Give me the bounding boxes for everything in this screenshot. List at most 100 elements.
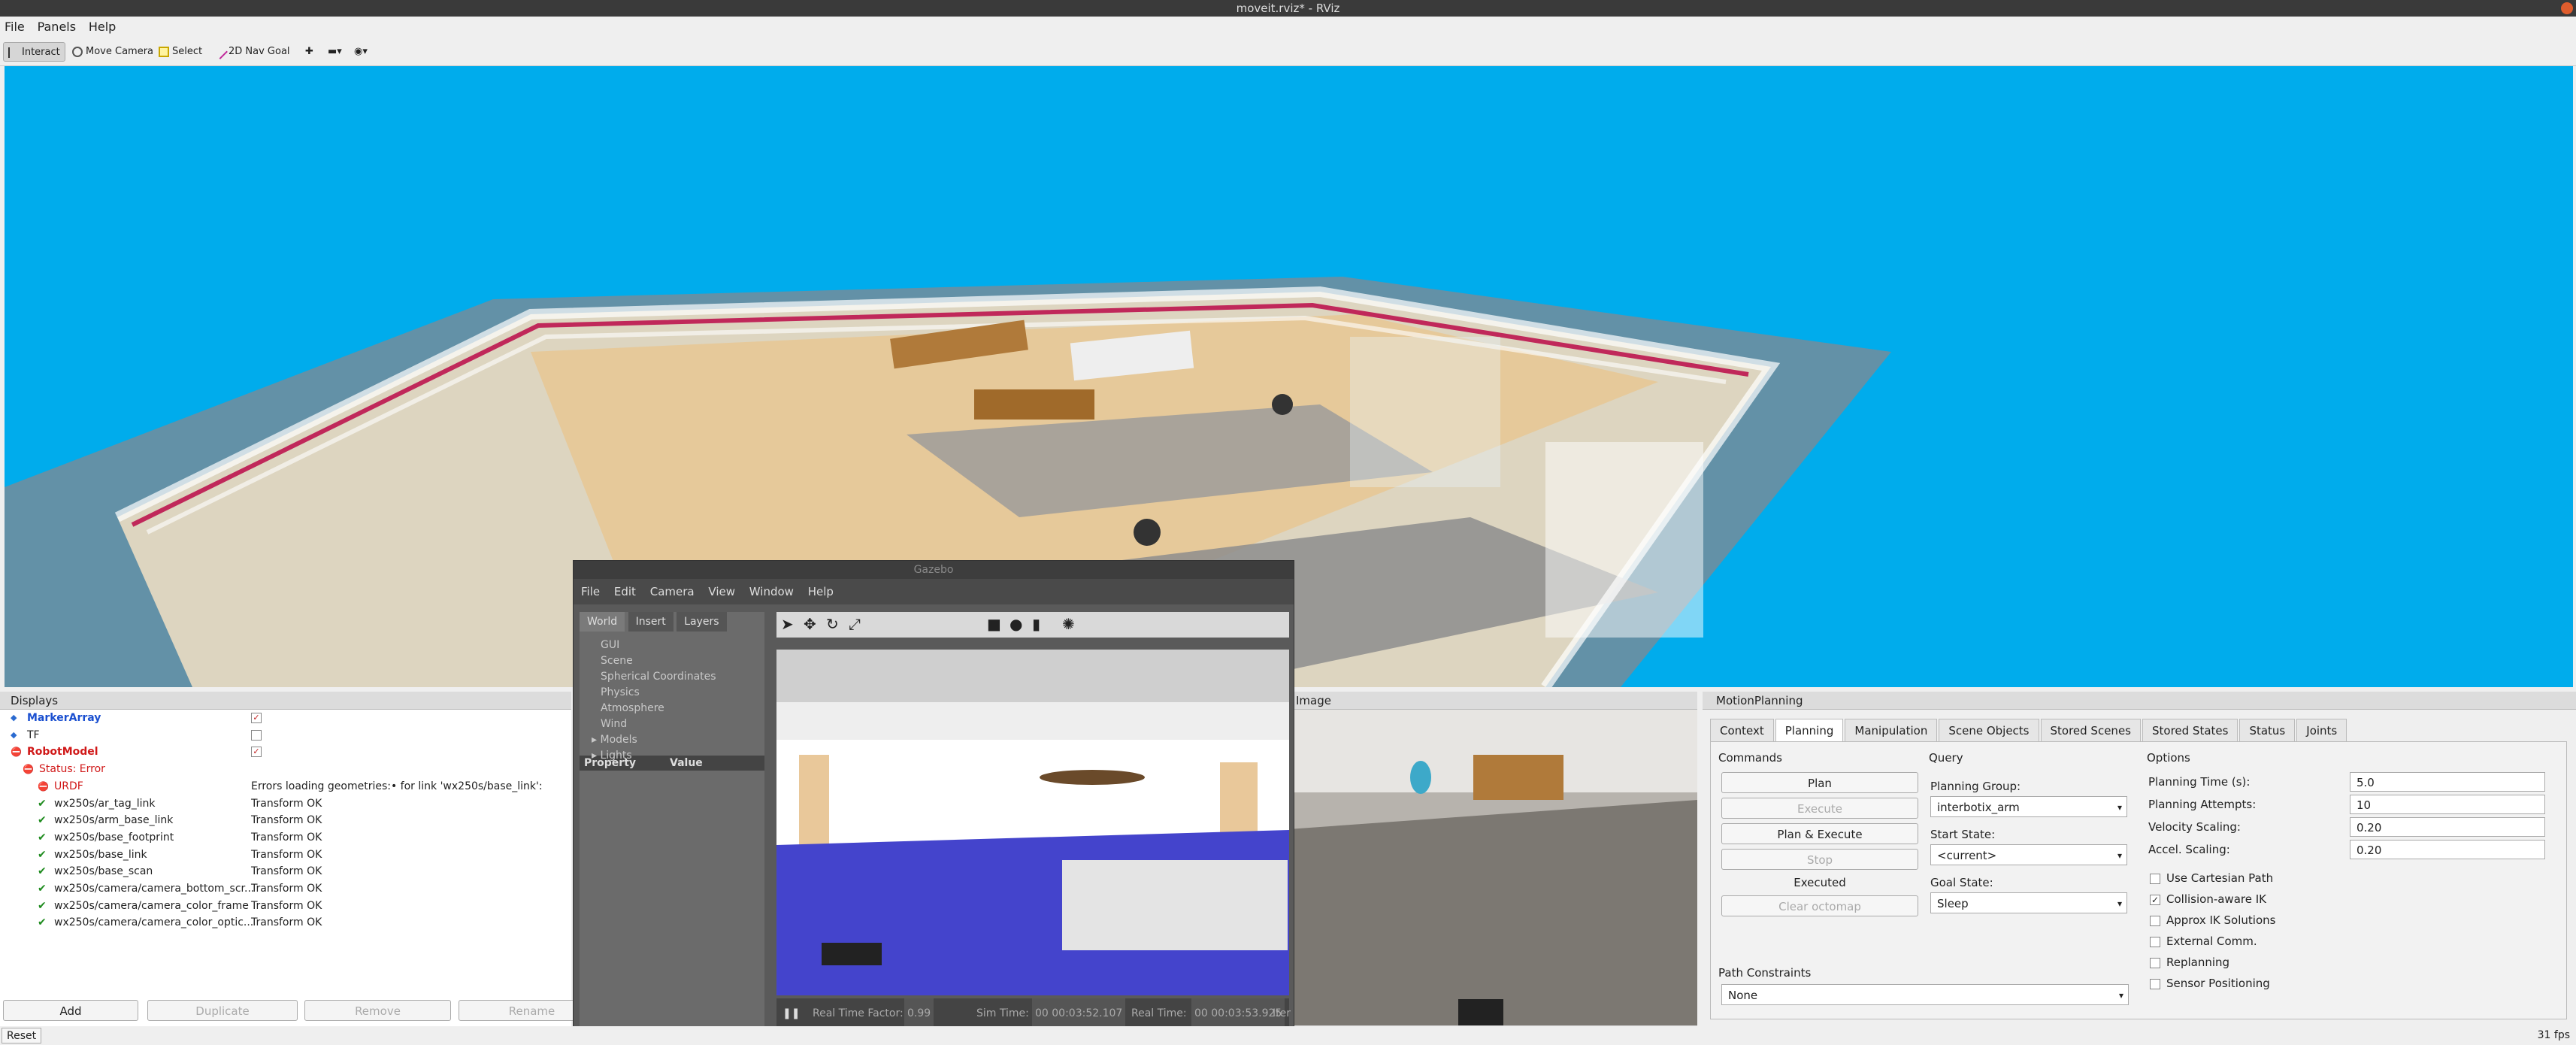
world-tree-item[interactable]: GUI [601,638,764,653]
gazebo-tab-layers[interactable]: Layers [677,612,727,632]
menu-file[interactable]: File [0,17,29,38]
menu-help[interactable]: Help [84,17,120,38]
gazebo-menu-file[interactable]: File [581,585,600,598]
nav-goal-tool-button[interactable]: 2D Nav Goal [210,42,295,62]
tab-stored-scenes[interactable]: Stored Scenes [2040,719,2141,741]
unchecked-box-icon[interactable] [2150,873,2160,884]
camera-image [1278,710,1697,1025]
display-row-value[interactable]: ✓ [251,747,262,758]
rotate-icon[interactable]: ↻ [826,615,839,633]
start-state-select[interactable]: <current> [1930,844,2127,866]
checked-box-icon[interactable]: ✓ [2150,894,2160,905]
goal-state-select[interactable]: Sleep [1930,892,2127,914]
world-tree-item[interactable]: Wind [601,716,764,732]
planning-group-select[interactable]: interbotix_arm [1930,796,2127,818]
display-row[interactable]: ✔ wx250s/base_link Transform OK [0,847,571,863]
world-tree-label: Scene [601,655,633,667]
reset-button[interactable]: Reset [2,1028,42,1043]
menu-panels[interactable]: Panels [33,17,81,38]
display-row[interactable]: ✔ wx250s/ar_tag_link Transform OK [0,795,571,812]
add-display-button[interactable]: Add [3,1000,138,1021]
unchecked-box-icon[interactable] [2150,936,2160,947]
scale-icon[interactable]: ⤢ [849,615,861,633]
option-checkbox[interactable]: Approx IK Solutions [2150,912,2275,928]
gazebo-tab-world[interactable]: World [580,612,625,632]
tab-context[interactable]: Context [1710,719,1774,741]
gazebo-menu-window[interactable]: Window [749,585,794,598]
tab-manipulation[interactable]: Manipulation [1845,719,1938,741]
gazebo-menu-camera[interactable]: Camera [650,585,695,598]
display-row[interactable]: ✔ wx250s/camera/camera_color_frame Transfo… [0,898,571,914]
select-mode-icon[interactable]: ➤ [781,615,794,633]
unchecked-box-icon[interactable] [2150,915,2160,926]
image-panel: Image [1278,692,1697,1026]
planning-attempts-input[interactable]: 10 [2350,795,2545,814]
option-checkbox[interactable]: ✓ Collision-aware IK [2150,891,2266,907]
close-icon[interactable] [2561,2,2573,14]
accel-scaling-input[interactable]: 0.20 [2350,840,2545,859]
option-checkbox[interactable]: Replanning [2150,954,2229,971]
stop-button[interactable]: Stop [1721,849,1918,870]
tab-planning[interactable]: Planning [1775,719,1844,741]
display-row[interactable]: ⛔ RobotModel ✓ [0,744,571,760]
clear-octomap-button[interactable]: Clear octomap [1721,895,1918,916]
display-row[interactable]: ✔ wx250s/camera/camera_color_optic... Tran… [0,914,571,931]
world-tree-label: Atmosphere [601,702,664,714]
plan-button[interactable]: Plan [1721,772,1918,793]
option-checkbox[interactable]: External Comm. [2150,933,2257,950]
select-tool-button[interactable]: Select [154,42,207,62]
option-checkbox[interactable]: Use Cartesian Path [2150,870,2273,886]
plan-execute-button[interactable]: Plan & Execute [1721,823,1918,844]
tab-stored-states[interactable]: Stored States [2142,719,2238,741]
gazebo-menu-edit[interactable]: Edit [614,585,636,598]
remove-display-button[interactable]: Remove [304,1000,451,1021]
gazebo-world-tree: GUI Scene Spherical Coordinates Physics Atmo… [580,632,764,762]
world-tree-item[interactable]: ▸ Models [592,732,764,748]
gazebo-menu-view[interactable]: View [708,585,735,598]
light-icon[interactable]: ✺ [1062,615,1075,633]
window-titlebar: moveit.rviz* - RViz [0,0,2576,17]
display-row[interactable]: ✔ wx250s/base_footprint Transform OK [0,829,571,846]
pause-icon[interactable]: ❚❚ [782,998,800,1028]
world-tree-item[interactable]: Spherical Coordinates [601,669,764,685]
gazebo-menu-help[interactable]: Help [808,585,834,598]
display-row-value[interactable]: ✓ [251,713,262,723]
display-row[interactable]: ◆ MarkerArray ✓ [0,710,571,726]
tf-enable-checkbox[interactable] [251,729,262,741]
display-row[interactable]: ⛔ Status: Error [0,761,571,777]
tab-status[interactable]: Status [2239,719,2296,741]
world-tree-item[interactable]: Atmosphere [601,701,764,716]
planning-time-input[interactable]: 5.0 [2350,772,2545,792]
box-shape-icon[interactable]: ■ [987,615,1001,633]
display-row-name: TF [27,728,40,741]
display-row[interactable]: ◆ TF [0,727,571,744]
gazebo-tab-insert[interactable]: Insert [628,612,674,632]
interact-tool-button[interactable]: Interact [3,42,65,62]
gazebo-viewport[interactable] [776,650,1289,995]
view-options-icon[interactable]: ◉▾ [350,42,372,62]
translate-icon[interactable]: ✥ [804,615,816,633]
path-constraints-select[interactable]: None [1721,984,2129,1006]
add-tool-icon[interactable]: ✚ [301,42,318,62]
world-tree-item[interactable]: Physics [601,685,764,701]
sphere-shape-icon[interactable]: ● [1010,615,1022,633]
velocity-scaling-input[interactable]: 0.20 [2350,817,2545,837]
expand-arrow-icon[interactable]: ▸ [592,734,600,746]
cylinder-shape-icon[interactable]: ▮ [1032,615,1040,633]
display-row-value: Transform OK [251,831,322,844]
tab-scene-objects[interactable]: Scene Objects [1939,719,2039,741]
display-row[interactable]: ⛔ URDF Errors loading geometries:• for lin… [0,778,571,795]
display-row[interactable]: ✔ wx250s/camera/camera_bottom_scr... Trans… [0,880,571,897]
duplicate-display-button[interactable]: Duplicate [147,1000,298,1021]
move-camera-tool-button[interactable]: Move Camera [68,42,158,62]
gazebo-menubar: File Edit Camera View Window Help [574,579,1294,604]
display-row[interactable]: ✔ wx250s/arm_base_link Transform OK [0,812,571,828]
display-row[interactable]: ✔ wx250s/base_scan Transform OK [0,863,571,880]
unchecked-box-icon[interactable] [2150,978,2160,989]
remove-tool-icon[interactable]: ▬▾ [323,42,347,62]
option-checkbox[interactable]: Sensor Positioning [2150,975,2270,992]
execute-button[interactable]: Execute [1721,798,1918,819]
unchecked-box-icon[interactable] [2150,957,2160,968]
world-tree-item[interactable]: Scene [601,653,764,669]
tab-joints[interactable]: Joints [2296,719,2347,741]
